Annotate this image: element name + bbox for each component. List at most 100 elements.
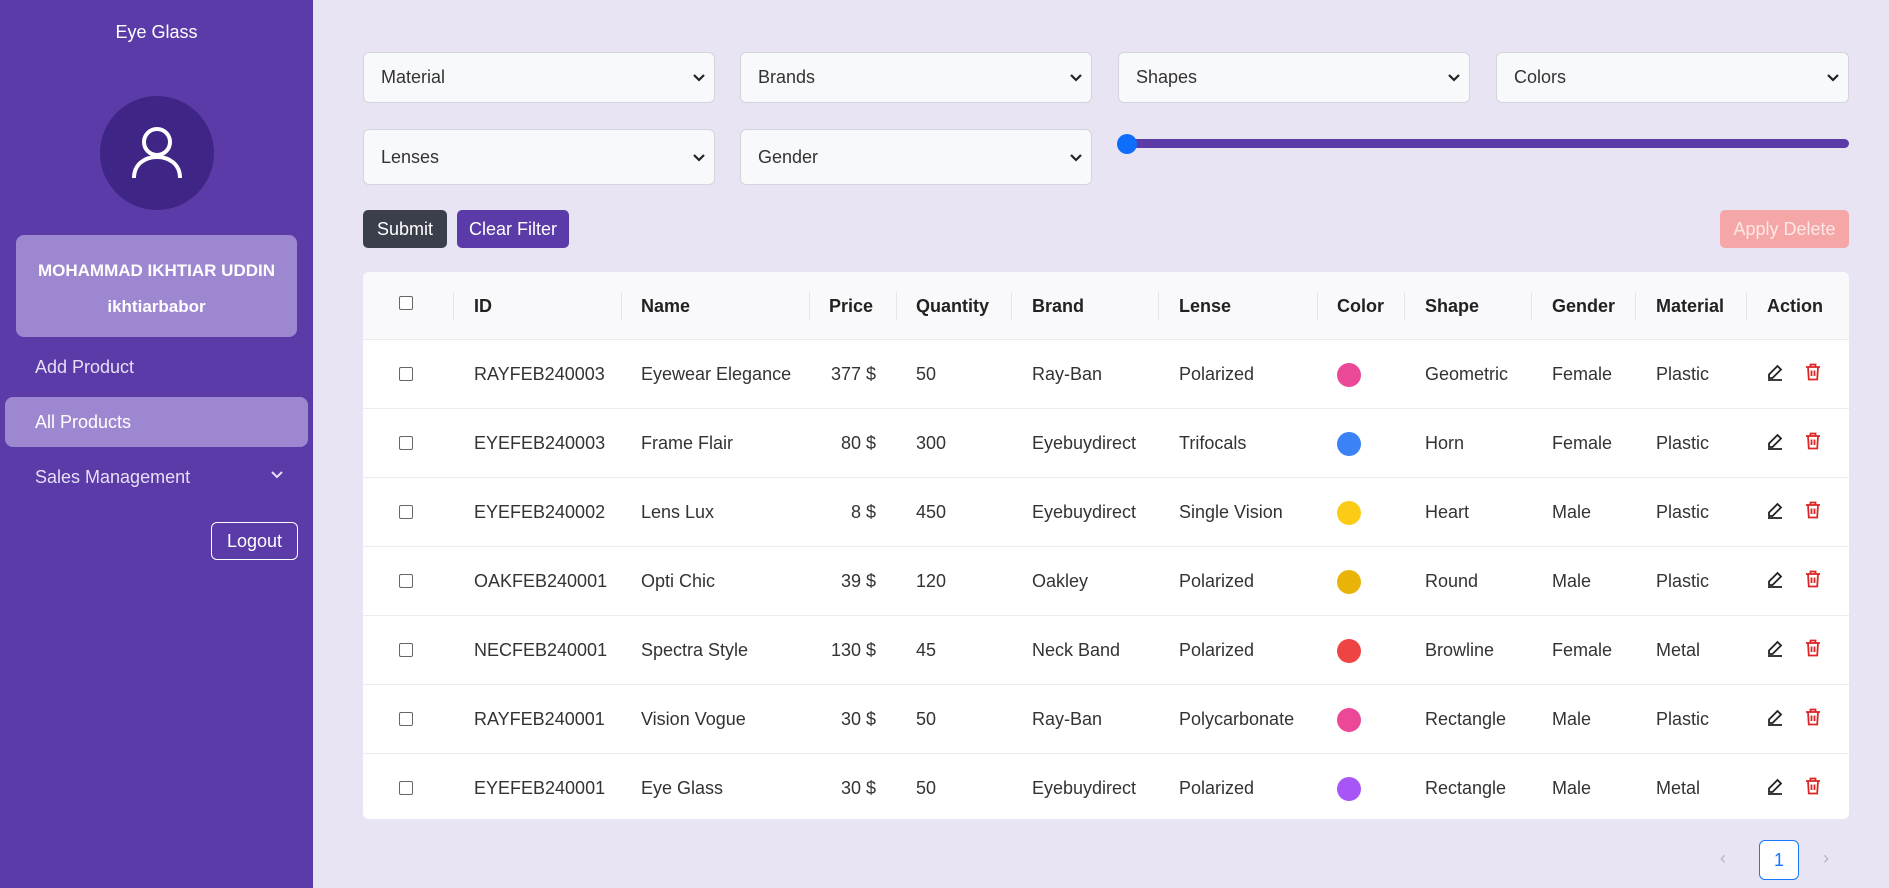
cell-id: EYEFEB240002: [474, 502, 606, 522]
column-separator: [453, 292, 454, 320]
row-checkbox[interactable]: [399, 505, 413, 519]
colors-select-value: Colors: [1514, 67, 1567, 87]
edit-icon[interactable]: [1766, 708, 1784, 726]
cell-name: Eye Glass: [641, 778, 724, 798]
pagination-next[interactable]: ›: [1823, 848, 1829, 869]
row-checkbox[interactable]: [399, 643, 413, 657]
edit-icon[interactable]: [1766, 639, 1784, 657]
sidebar-item-sales-management[interactable]: Sales Management: [5, 452, 308, 502]
cell-quantity: 50: [916, 778, 937, 798]
trash-icon[interactable]: [1805, 777, 1821, 795]
row-checkbox[interactable]: [399, 367, 413, 381]
trash-icon[interactable]: [1805, 708, 1821, 726]
sidebar-item-add-product[interactable]: Add Product: [5, 342, 308, 392]
user-icon: [132, 127, 182, 179]
lenses-select-value: Lenses: [381, 146, 440, 167]
edit-icon[interactable]: [1766, 432, 1784, 450]
cell-material: Plastic: [1656, 433, 1710, 453]
logout-button[interactable]: Logout: [211, 522, 298, 560]
column-separator: [809, 292, 810, 320]
cell-lense: Trifocals: [1179, 433, 1247, 453]
material-select-value: Material: [381, 67, 446, 87]
price-range-thumb[interactable]: [1117, 134, 1137, 154]
row-checkbox[interactable]: [399, 436, 413, 450]
cell-gender: Female: [1552, 640, 1613, 660]
trash-icon[interactable]: [1805, 501, 1821, 519]
chevron-down-icon: [1070, 154, 1082, 162]
color-swatch: [1337, 501, 1361, 525]
price-range-track[interactable]: [1119, 139, 1849, 148]
column-separator: [621, 292, 622, 320]
cell-gender: Male: [1552, 502, 1592, 522]
edit-icon[interactable]: [1766, 363, 1784, 381]
cell-gender: Female: [1552, 364, 1613, 384]
trash-icon[interactable]: [1805, 639, 1821, 657]
trash-icon[interactable]: [1805, 570, 1821, 588]
edit-icon[interactable]: [1766, 777, 1784, 795]
cell-lense: Single Vision: [1179, 502, 1283, 522]
cell-brand: Ray-Ban: [1032, 364, 1103, 384]
cell-name: Spectra Style: [641, 640, 749, 660]
table-row: EYEFEB240001 Eye Glass 30 $ 50 Eyebuydir…: [363, 754, 1849, 819]
cell-price: 30 $: [840, 709, 876, 729]
header-action: Action: [1767, 296, 1823, 316]
cell-name: Lens Lux: [641, 502, 715, 522]
gender-select-value: Gender: [758, 146, 819, 167]
select-all-checkbox[interactable]: [399, 296, 413, 310]
cell-shape: Horn: [1425, 433, 1465, 453]
colors-select[interactable]: Colors: [1496, 52, 1849, 103]
cell-lense: Polarized: [1179, 571, 1255, 591]
cell-lense: Polarized: [1179, 640, 1255, 660]
gender-select[interactable]: Gender: [740, 129, 1092, 185]
column-separator: [896, 292, 897, 320]
header-brand: Brand: [1032, 296, 1085, 316]
color-swatch: [1337, 708, 1361, 732]
column-separator: [1531, 292, 1532, 320]
color-swatch: [1337, 432, 1361, 456]
color-swatch: [1337, 363, 1361, 387]
clear-filter-button[interactable]: Clear Filter: [457, 210, 569, 248]
material-select[interactable]: Material: [363, 52, 715, 103]
submit-button[interactable]: Submit: [363, 210, 447, 248]
cell-quantity: 45: [916, 640, 937, 660]
shapes-select[interactable]: Shapes: [1118, 52, 1470, 103]
row-checkbox[interactable]: [399, 574, 413, 588]
table-header: ID Name Price Quantity Brand Lense Color…: [363, 272, 1849, 340]
cell-material: Plastic: [1656, 709, 1710, 729]
cell-shape: Heart: [1425, 502, 1470, 522]
cell-material: Metal: [1656, 640, 1701, 660]
cell-quantity: 120: [916, 571, 947, 591]
edit-icon[interactable]: [1766, 501, 1784, 519]
header-lense: Lense: [1179, 296, 1232, 316]
sidebar-item-all-products[interactable]: All Products: [5, 397, 308, 447]
table-row: RAYFEB240003 Eyewear Elegance 377 $ 50 R…: [363, 340, 1849, 409]
lenses-select[interactable]: Lenses: [363, 129, 715, 185]
column-separator: [1635, 292, 1636, 320]
row-checkbox[interactable]: [399, 781, 413, 795]
pagination-page-1[interactable]: 1: [1759, 840, 1799, 880]
apply-delete-button[interactable]: Apply Delete: [1720, 210, 1849, 248]
cell-price: 130 $: [830, 640, 876, 660]
sidebar-item-label: Sales Management: [35, 466, 191, 487]
row-checkbox[interactable]: [399, 712, 413, 726]
trash-icon[interactable]: [1805, 363, 1821, 381]
cell-id: EYEFEB240003: [474, 433, 606, 453]
cell-material: Metal: [1656, 778, 1701, 798]
sidebar-item-label: Add Product: [35, 356, 135, 377]
cell-name: Vision Vogue: [641, 709, 746, 729]
header-gender: Gender: [1552, 296, 1616, 316]
cell-price: 80 $: [840, 433, 876, 453]
header-shape: Shape: [1425, 296, 1480, 316]
table-row: OAKFEB240001 Opti Chic 39 $ 120 Oakley P…: [363, 547, 1849, 616]
trash-icon[interactable]: [1805, 432, 1821, 450]
edit-icon[interactable]: [1766, 570, 1784, 588]
cell-gender: Male: [1552, 778, 1592, 798]
column-separator: [1158, 292, 1159, 320]
brands-select[interactable]: Brands: [740, 52, 1092, 103]
cell-id: RAYFEB240001: [474, 709, 605, 729]
cell-brand: Oakley: [1032, 571, 1089, 591]
cell-shape: Rectangle: [1425, 778, 1507, 798]
column-separator: [1404, 292, 1405, 320]
pagination-prev[interactable]: ‹: [1720, 848, 1726, 869]
cell-brand: Neck Band: [1032, 640, 1121, 660]
